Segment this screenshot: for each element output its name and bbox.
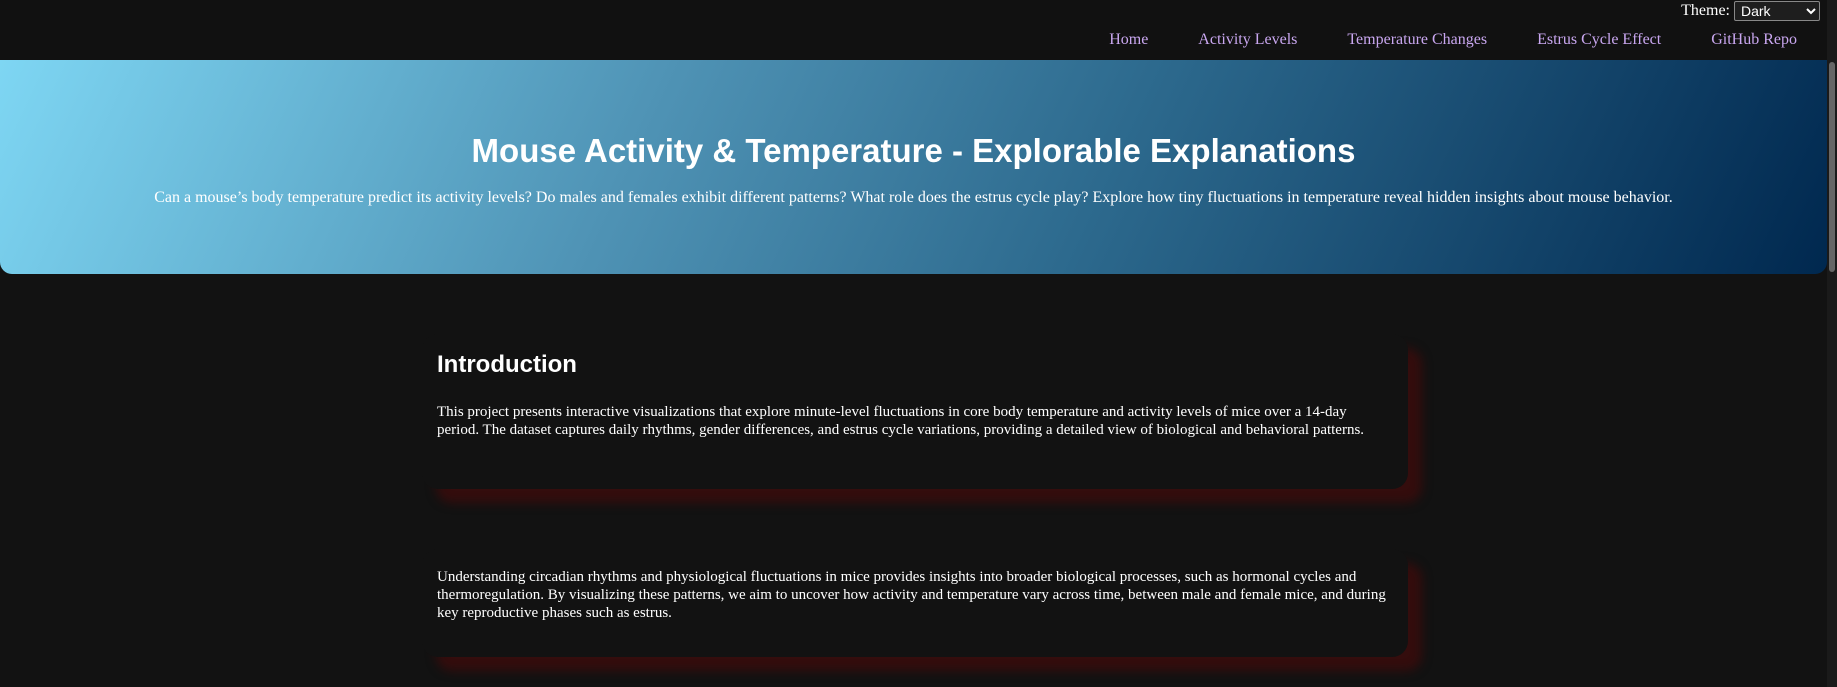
scrollbar-thumb[interactable] [1829, 62, 1835, 272]
nav-estrus-cycle-effect[interactable]: Estrus Cycle Effect [1537, 31, 1661, 49]
hero-banner: Mouse Activity & Temperature - Explorabl… [0, 60, 1827, 274]
nav-home[interactable]: Home [1109, 31, 1148, 49]
top-bar: Theme: Dark Home Activity Levels Tempera… [0, 0, 1837, 60]
nav-temperature-changes[interactable]: Temperature Changes [1347, 31, 1487, 49]
theme-switcher: Theme: Dark [1681, 1, 1820, 21]
page-title: Mouse Activity & Temperature - Explorabl… [471, 132, 1356, 169]
theme-select[interactable]: Dark [1734, 1, 1820, 21]
main-nav: Home Activity Levels Temperature Changes… [1109, 31, 1797, 49]
intro-heading: Introduction [437, 351, 577, 378]
intro-card: Introduction This project presents inter… [422, 334, 1408, 489]
theme-label: Theme: [1681, 2, 1730, 19]
nav-activity-levels[interactable]: Activity Levels [1198, 31, 1297, 49]
intro-text: This project presents interactive visual… [437, 404, 1365, 438]
context-card: Understanding circadian rhythms and phys… [422, 549, 1408, 657]
context-text: Understanding circadian rhythms and phys… [437, 569, 1386, 621]
hero-subtitle: Can a mouse’s body temperature predict i… [154, 189, 1673, 206]
scrollbar[interactable] [1827, 0, 1837, 687]
nav-github-repo[interactable]: GitHub Repo [1711, 31, 1797, 49]
